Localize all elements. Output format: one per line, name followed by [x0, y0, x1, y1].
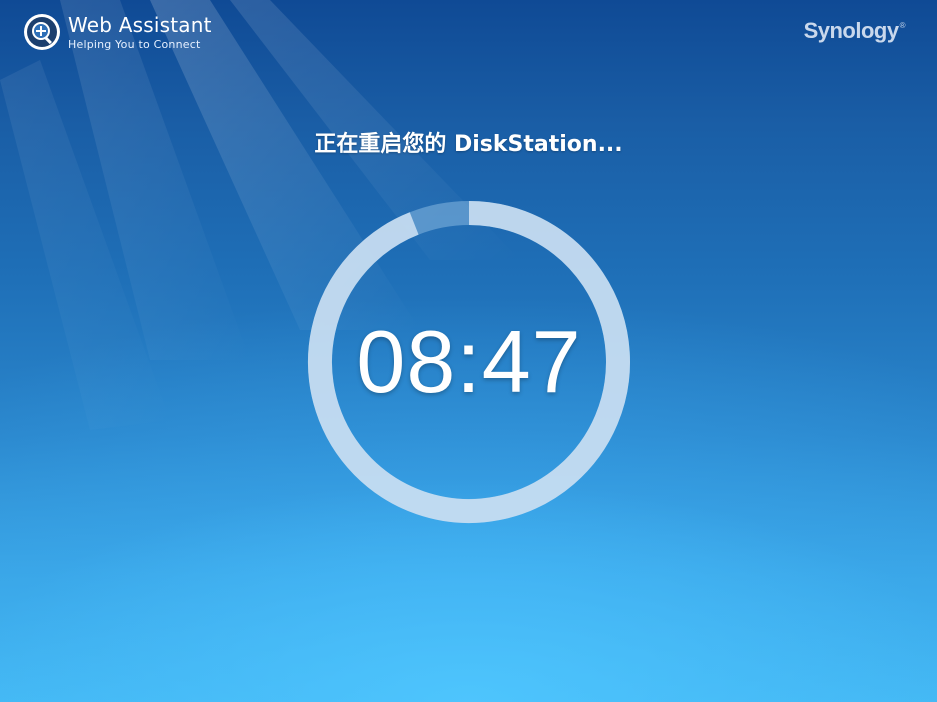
- magnifier-plus-icon: [24, 14, 60, 50]
- synology-logo-text: Synology: [803, 18, 900, 43]
- synology-logo: Synology®: [803, 18, 906, 44]
- brand-text: Web Assistant Helping You to Connect: [68, 15, 212, 50]
- restart-status-message: 正在重启您的 DiskStation...: [314, 132, 623, 157]
- app-header: Web Assistant Helping You to Connect: [22, 12, 212, 52]
- app-title: Web Assistant: [68, 12, 212, 37]
- app-subtitle: Helping You to Connect: [68, 37, 201, 51]
- countdown-timer: 08:47: [356, 312, 582, 411]
- registered-mark: ®: [899, 21, 906, 30]
